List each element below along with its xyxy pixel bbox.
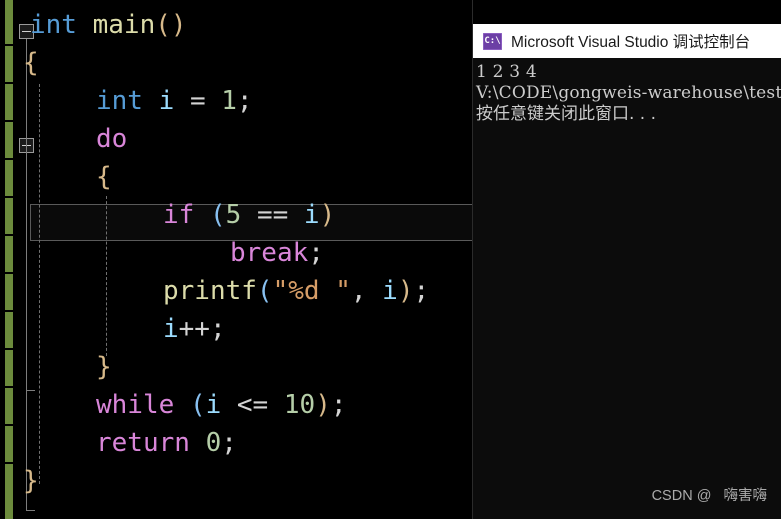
code-token: do bbox=[96, 124, 128, 154]
console-output-line: 1 2 3 4 bbox=[476, 62, 537, 82]
code-token: ( bbox=[209, 200, 226, 230]
code-line: { bbox=[23, 44, 39, 82]
code-token: ) bbox=[397, 276, 414, 306]
code-line: { bbox=[96, 158, 112, 196]
code-token: i bbox=[158, 86, 175, 116]
code-line: } bbox=[23, 462, 39, 500]
code-token: i bbox=[205, 390, 222, 420]
code-token: ; bbox=[221, 428, 237, 458]
console-icon-glyph: C:\ bbox=[484, 35, 501, 46]
code-token: ; bbox=[308, 238, 324, 268]
code-token: ; bbox=[330, 390, 347, 420]
code-text-surface[interactable]: int main() { int i = 1; do { if (5 == i)… bbox=[0, 0, 473, 519]
code-token: { bbox=[23, 48, 39, 78]
code-token: ; bbox=[413, 276, 430, 306]
code-token: } bbox=[23, 466, 39, 496]
console-cmd-icon: C:\ bbox=[483, 32, 502, 50]
code-line: i++; bbox=[163, 310, 226, 348]
code-line: break; bbox=[230, 234, 324, 272]
code-token: 10 bbox=[283, 390, 316, 420]
debug-console-window[interactable]: C:\ Microsoft Visual Studio 调试控制台 1 2 3 … bbox=[473, 24, 781, 519]
code-token: ++ bbox=[178, 314, 210, 344]
code-token: 0 bbox=[205, 428, 222, 458]
code-line: } bbox=[96, 348, 112, 386]
console-output-line: V:\CODE\gongweis-warehouse\test bbox=[476, 83, 781, 103]
console-titlebar[interactable]: C:\ Microsoft Visual Studio 调试控制台 bbox=[473, 24, 781, 58]
code-token: ( bbox=[256, 276, 273, 306]
console-output-line: 按任意键关闭此窗口. . . bbox=[476, 104, 657, 124]
code-token: <= bbox=[236, 390, 269, 420]
code-line: if (5 == i) bbox=[163, 196, 335, 234]
console-output-area[interactable]: 1 2 3 4 V:\CODE\gongweis-warehouse\test … bbox=[473, 58, 781, 519]
code-token: { bbox=[96, 162, 112, 192]
code-token: 5 bbox=[225, 200, 242, 230]
code-token: ) bbox=[315, 390, 331, 420]
code-token: ; bbox=[236, 86, 253, 116]
code-line: while (i <= 10); bbox=[96, 386, 347, 424]
code-token: int bbox=[30, 10, 77, 40]
code-line: int main() bbox=[30, 6, 187, 44]
code-token: = bbox=[189, 86, 206, 116]
code-editor-pane[interactable]: int main() { int i = 1; do { if (5 == i)… bbox=[0, 0, 473, 519]
code-token: i bbox=[163, 314, 179, 344]
code-token: i bbox=[303, 200, 320, 230]
code-token: printf bbox=[163, 276, 257, 306]
code-token: } bbox=[96, 352, 112, 382]
code-token: while bbox=[96, 390, 175, 420]
code-line: do bbox=[96, 120, 127, 158]
code-token: i bbox=[382, 276, 398, 306]
csdn-watermark: CSDN @ 嗨害嗨 bbox=[651, 488, 767, 504]
code-token: ) bbox=[319, 200, 336, 230]
code-line: return 0; bbox=[96, 424, 237, 462]
code-token: int bbox=[96, 86, 143, 116]
code-token: == bbox=[256, 200, 289, 230]
code-token: ; bbox=[209, 314, 226, 344]
code-token: ( bbox=[189, 390, 206, 420]
code-token: return bbox=[96, 428, 190, 458]
code-token: main bbox=[92, 10, 156, 40]
code-token: if bbox=[163, 200, 195, 230]
code-token: , bbox=[350, 276, 367, 306]
code-token: () bbox=[155, 10, 187, 40]
console-title: Microsoft Visual Studio 调试控制台 bbox=[511, 34, 751, 51]
code-token: 1 bbox=[221, 86, 237, 116]
code-token: break bbox=[230, 238, 309, 268]
code-line: int i = 1; bbox=[96, 82, 253, 120]
code-token: "%d " bbox=[272, 276, 351, 306]
code-line: printf("%d ", i); bbox=[163, 272, 429, 310]
